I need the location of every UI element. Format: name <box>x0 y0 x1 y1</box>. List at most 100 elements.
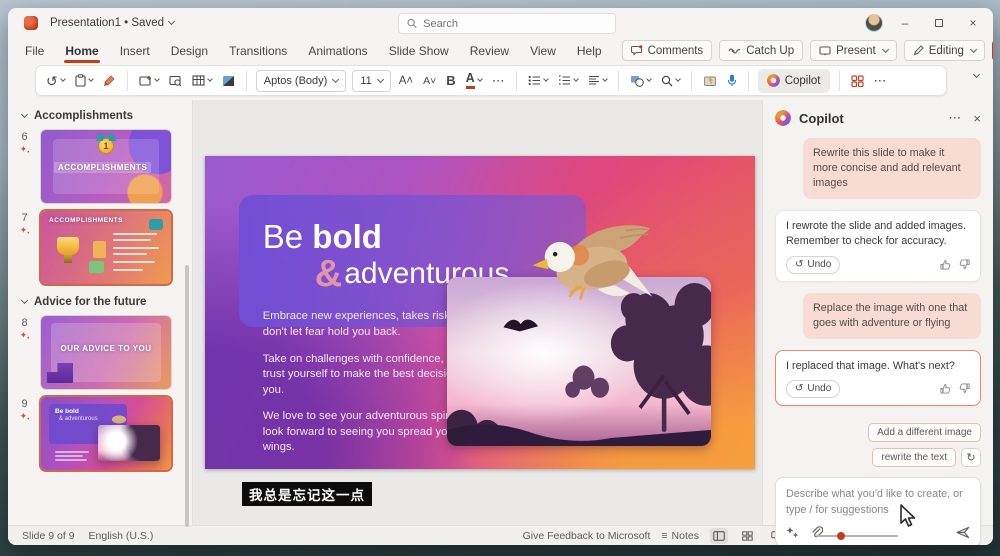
search-bar[interactable] <box>398 13 616 34</box>
new-slide-button[interactable] <box>137 73 161 89</box>
font-name-select[interactable]: Aptos (Body) <box>255 69 347 92</box>
slide-thumbnail-panel: Accomplishments 6 ✦• 1 ACCOMPLISHMENTS 7… <box>8 100 193 527</box>
reuse-slides-button[interactable] <box>167 73 184 89</box>
section-header-advice[interactable]: Advice for the future <box>8 292 192 312</box>
copilot-suggestions: Add a different image rewrite the text ↻ <box>775 422 981 467</box>
find-button[interactable] <box>659 73 682 89</box>
tab-view[interactable]: View <box>529 42 557 60</box>
section-header-accomplishments[interactable]: Accomplishments <box>8 106 192 126</box>
copilot-close-button[interactable]: × <box>973 111 981 126</box>
font-size-select[interactable]: 11 <box>352 69 391 92</box>
bold-button[interactable]: B <box>444 71 457 90</box>
tab-home[interactable]: Home <box>64 42 101 63</box>
slide-6-thumbnail[interactable]: 1 ACCOMPLISHMENTS <box>41 130 171 203</box>
editing-dropdown-icon <box>969 45 977 53</box>
regenerate-suggestions-button[interactable]: ↻ <box>961 447 981 467</box>
copilot-user-message: Replace the image with one that goes wit… <box>803 292 981 339</box>
editing-mode-button[interactable]: Editing <box>903 40 985 61</box>
shape-format-button[interactable] <box>220 73 237 89</box>
minimize-button[interactable]: – <box>893 13 917 33</box>
font-color-dropdown-icon <box>476 76 483 82</box>
eagle-illustration[interactable] <box>524 209 656 305</box>
bullet-list-button[interactable] <box>526 73 550 88</box>
tab-design[interactable]: Design <box>170 42 209 60</box>
title-word-be: Be <box>262 217 313 255</box>
editing-label: Editing <box>928 44 964 57</box>
document-title[interactable]: Presentation1 • Saved <box>50 17 176 29</box>
copilot-toolbar-label: Copilot <box>784 74 821 87</box>
align-button[interactable] <box>586 73 609 88</box>
mini-photo-graphic <box>98 425 161 462</box>
comments-button[interactable]: Comments <box>621 40 713 61</box>
feedback-link[interactable]: Give Feedback to Microsoft <box>523 530 651 542</box>
present-button[interactable]: Present <box>810 40 897 61</box>
paste-button[interactable] <box>73 72 95 89</box>
copilot-toolbar-button[interactable]: Copilot <box>757 68 830 93</box>
toolbar-divider <box>617 70 619 91</box>
bullet-list-icon <box>528 75 540 86</box>
paste-dropdown-icon <box>87 76 94 82</box>
share-button[interactable]: Share <box>991 40 993 61</box>
tab-transitions[interactable]: Transitions <box>228 42 288 60</box>
slide-7-thumbnail[interactable]: ACCOMPLISHMENTS <box>41 211 171 284</box>
table-button[interactable] <box>190 73 214 88</box>
copilot-more-button[interactable]: ⋯ <box>948 110 961 126</box>
tab-insert[interactable]: Insert <box>119 42 151 60</box>
sidebar-scrollbar[interactable] <box>185 265 189 527</box>
designer-sparkle-icon: ✦• <box>19 144 30 157</box>
format-painter-button[interactable] <box>101 72 118 89</box>
mask-icon <box>149 219 163 230</box>
tab-slide-show[interactable]: Slide Show <box>388 42 450 60</box>
maximize-button[interactable] <box>927 13 951 33</box>
shrink-font-button[interactable]: A˅ <box>421 73 438 89</box>
attach-icon[interactable] <box>811 526 823 539</box>
toolbar-overflow-button[interactable]: ⋯ <box>872 71 889 91</box>
more-font-options-button[interactable]: ⋯ <box>490 71 507 91</box>
subtitle-caption: 我总是忘记这一点 <box>242 482 372 506</box>
user-avatar[interactable] <box>865 14 883 32</box>
copilot-user-message: Rewrite this slide to make it more conci… <box>803 138 981 200</box>
font-color-button[interactable]: A <box>464 70 484 90</box>
font-size-value: 11 <box>360 74 372 87</box>
language-indicator[interactable]: English (U.S.) <box>89 530 154 542</box>
tab-animations[interactable]: Animations <box>307 42 368 60</box>
toolbar-divider <box>690 70 692 91</box>
tab-help[interactable]: Help <box>576 42 603 60</box>
current-slide[interactable]: Be bold &adventurous Embrace new experie… <box>205 156 755 469</box>
section-title: Advice for the future <box>34 296 147 308</box>
thumbs-up-icon[interactable] <box>940 383 951 394</box>
suggestion-chip-rewrite-text[interactable]: rewrite the text <box>872 447 956 467</box>
normal-view-button[interactable] <box>709 527 728 544</box>
slide-sorter-view-button[interactable] <box>739 528 757 544</box>
undo-action-button[interactable]: ↺ Undo <box>786 255 841 274</box>
send-icon[interactable] <box>956 526 970 539</box>
slide-editing-canvas[interactable]: Be bold &adventurous Embrace new experie… <box>193 100 762 525</box>
dictate-button[interactable] <box>725 72 739 89</box>
slide-8-thumbnail[interactable]: OUR ADVICE TO YOU <box>41 316 171 389</box>
thumbs-up-icon[interactable] <box>940 259 951 270</box>
shapes-button[interactable] <box>628 73 653 89</box>
collapse-ribbon-icon[interactable] <box>972 70 981 79</box>
search-input[interactable] <box>423 17 607 30</box>
thumbs-down-icon[interactable] <box>959 383 970 394</box>
undo-button[interactable]: ↺ <box>44 72 67 90</box>
designer-button[interactable] <box>701 73 719 89</box>
suggestion-chip-add-image[interactable]: Add a different image <box>868 422 981 442</box>
notes-toggle[interactable]: ≡ Notes <box>661 530 699 542</box>
slide-9-thumbnail[interactable]: Be bold & adventurous <box>41 397 171 470</box>
numbered-list-button[interactable] <box>556 73 580 88</box>
close-button[interactable]: × <box>961 13 985 33</box>
title-word-bold: bold <box>312 217 382 255</box>
prompt-guide-icon[interactable] <box>786 526 799 539</box>
designer-pane-button[interactable] <box>849 73 866 89</box>
grow-font-button[interactable]: A˄ <box>397 73 415 89</box>
catch-up-button[interactable]: Catch Up <box>719 40 804 61</box>
tab-review[interactable]: Review <box>469 42 510 60</box>
undo-action-button[interactable]: ↺ Undo <box>786 379 841 398</box>
slide-count-indicator[interactable]: Slide 9 of 9 <box>22 530 75 542</box>
thumbs-down-icon[interactable] <box>959 259 970 270</box>
tab-file[interactable]: File <box>24 42 45 60</box>
zoom-slider[interactable] <box>815 531 898 540</box>
present-dropdown-icon[interactable] <box>881 45 889 53</box>
zoom-slider-handle[interactable] <box>836 531 845 540</box>
